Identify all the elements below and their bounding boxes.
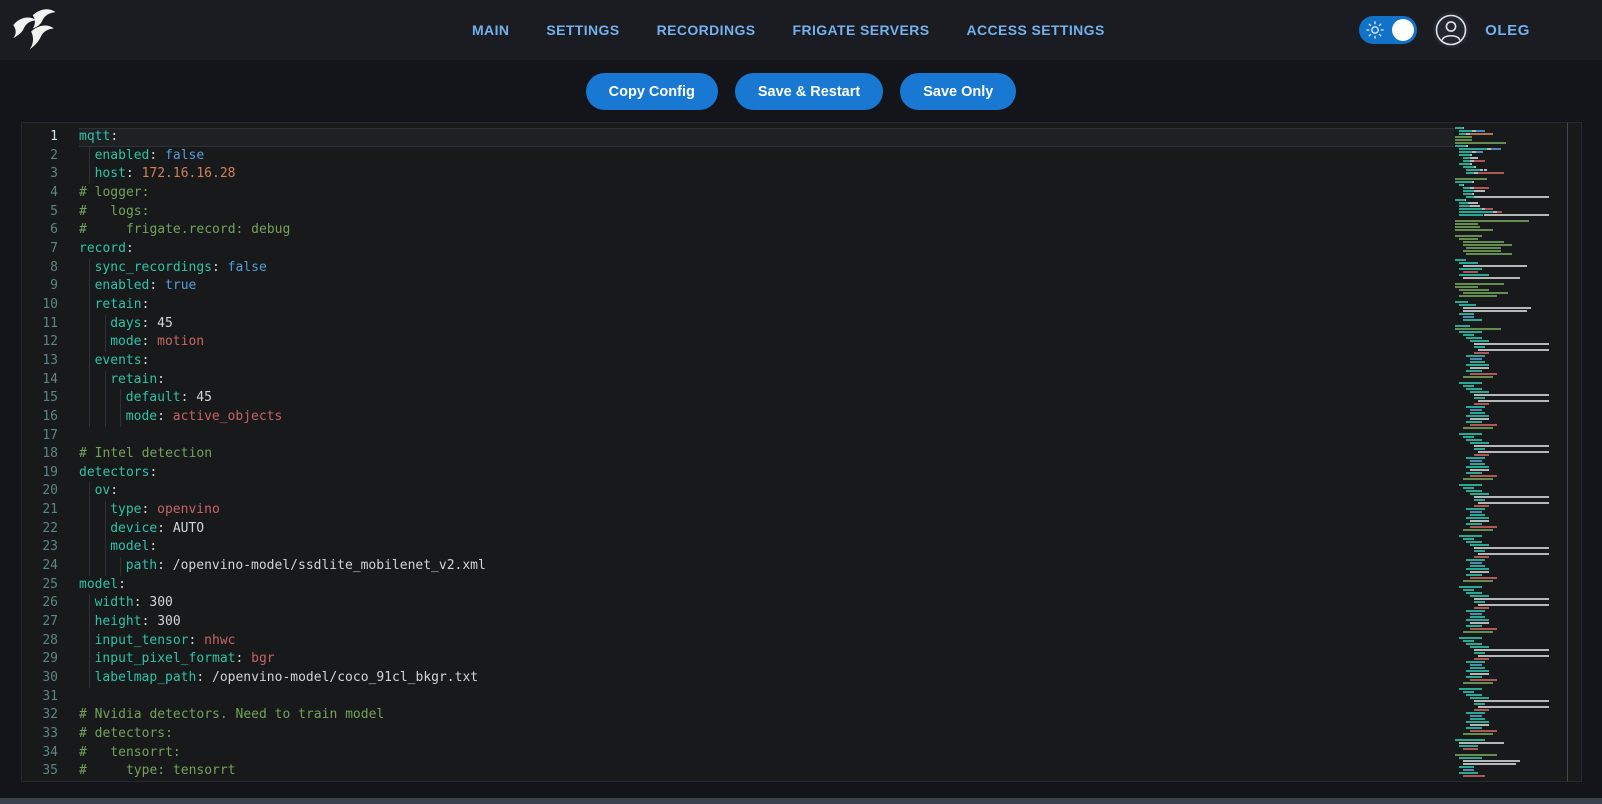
code-line[interactable]: 26width: 300 <box>22 594 1456 613</box>
code-line[interactable]: 19detectors: <box>22 464 1456 483</box>
code-line[interactable]: 15default: 45 <box>22 389 1456 408</box>
line-number: 28 <box>22 632 79 651</box>
line-number: 9 <box>22 277 79 296</box>
save-only-button[interactable]: Save Only <box>900 73 1016 110</box>
code-line[interactable]: 9enabled: true <box>22 277 1456 296</box>
code-line[interactable]: 12mode: motion <box>22 333 1456 352</box>
line-number: 17 <box>22 427 79 446</box>
horizontal-scrollbar[interactable] <box>0 798 1602 804</box>
code-line[interactable]: 11days: 45 <box>22 315 1456 334</box>
sun-icon <box>1366 21 1384 39</box>
line-number: 35 <box>22 762 79 781</box>
code-line[interactable]: 8sync_recordings: false <box>22 259 1456 278</box>
line-number: 12 <box>22 333 79 352</box>
line-number: 4 <box>22 184 79 203</box>
line-number: 5 <box>22 203 79 222</box>
code-line[interactable]: 18# Intel detection <box>22 445 1456 464</box>
line-number: 27 <box>22 613 79 632</box>
line-number: 23 <box>22 538 79 557</box>
line-number: 22 <box>22 520 79 539</box>
line-number: 8 <box>22 259 79 278</box>
code-line[interactable]: 34# tensorrt: <box>22 744 1456 763</box>
line-number: 30 <box>22 669 79 688</box>
line-number: 13 <box>22 352 79 371</box>
code-line[interactable]: 20ov: <box>22 482 1456 501</box>
line-number: 14 <box>22 371 79 390</box>
code-line[interactable]: 13events: <box>22 352 1456 371</box>
code-line[interactable]: 23model: <box>22 538 1456 557</box>
line-number: 32 <box>22 706 79 725</box>
line-number: 3 <box>22 165 79 184</box>
toggle-knob <box>1392 19 1414 41</box>
code-line[interactable]: 6# frigate.record: debug <box>22 221 1456 240</box>
code-line[interactable]: 33# detectors: <box>22 725 1456 744</box>
line-number: 29 <box>22 650 79 669</box>
line-number: 15 <box>22 389 79 408</box>
code-line[interactable]: 2enabled: false <box>22 147 1456 166</box>
line-number: 10 <box>22 296 79 315</box>
code-line[interactable]: 5# logs: <box>22 203 1456 222</box>
code-line[interactable]: 3host: 172.16.16.28 <box>22 165 1456 184</box>
frigate-logo-icon[interactable] <box>10 6 62 54</box>
code-line[interactable]: 24path: /openvino-model/ssdlite_mobilene… <box>22 557 1456 576</box>
copy-config-button[interactable]: Copy Config <box>586 73 718 110</box>
top-navbar: MAIN SETTINGS RECORDINGS FRIGATE SERVERS… <box>0 0 1602 60</box>
theme-toggle[interactable] <box>1359 16 1417 44</box>
line-number: 33 <box>22 725 79 744</box>
main-navigation: MAIN SETTINGS RECORDINGS FRIGATE SERVERS… <box>472 22 1105 38</box>
line-number: 24 <box>22 557 79 576</box>
code-line[interactable]: 30labelmap_path: /openvino-model/coco_91… <box>22 669 1456 688</box>
code-line[interactable]: 27height: 300 <box>22 613 1456 632</box>
code-line[interactable]: 14retain: <box>22 371 1456 390</box>
code-line[interactable]: 7record: <box>22 240 1456 259</box>
user-avatar[interactable] <box>1433 12 1469 48</box>
line-number: 11 <box>22 315 79 334</box>
line-number: 6 <box>22 221 79 240</box>
code-line[interactable]: 10retain: <box>22 296 1456 315</box>
code-line[interactable]: 1mqtt: <box>22 128 1456 147</box>
nav-item-recordings[interactable]: RECORDINGS <box>657 22 756 38</box>
code-line[interactable]: 16mode: active_objects <box>22 408 1456 427</box>
code-line[interactable]: 22device: AUTO <box>22 520 1456 539</box>
config-toolbar: Copy Config Save & Restart Save Only <box>0 73 1602 110</box>
line-number: 19 <box>22 464 79 483</box>
user-avatar-icon <box>1434 13 1468 47</box>
code-area[interactable]: 1mqtt:2enabled: false3host: 172.16.16.28… <box>22 128 1456 781</box>
nav-item-frigate-servers[interactable]: FRIGATE SERVERS <box>792 22 929 38</box>
line-number: 21 <box>22 501 79 520</box>
code-line[interactable]: 35# type: tensorrt <box>22 762 1456 781</box>
nav-item-main[interactable]: MAIN <box>472 22 509 38</box>
line-number: 25 <box>22 576 79 595</box>
line-number: 16 <box>22 408 79 427</box>
username-label[interactable]: OLEG <box>1485 22 1530 39</box>
code-line[interactable]: 25model: <box>22 576 1456 595</box>
code-line[interactable]: 28input_tensor: nhwc <box>22 632 1456 651</box>
line-number: 26 <box>22 594 79 613</box>
line-number: 2 <box>22 147 79 166</box>
line-number: 34 <box>22 744 79 763</box>
editor-minimap[interactable] <box>1454 123 1581 781</box>
code-line[interactable]: 32# Nvidia detectors. Need to train mode… <box>22 706 1456 725</box>
code-line[interactable]: 21type: openvino <box>22 501 1456 520</box>
code-line[interactable]: 31 <box>22 688 1456 707</box>
code-line[interactable]: 29input_pixel_format: bgr <box>22 650 1456 669</box>
line-number: 7 <box>22 240 79 259</box>
code-line[interactable]: 4# logger: <box>22 184 1456 203</box>
nav-item-access-settings[interactable]: ACCESS SETTINGS <box>966 22 1104 38</box>
line-number: 1 <box>22 128 79 147</box>
line-number: 18 <box>22 445 79 464</box>
config-code-editor[interactable]: 1mqtt:2enabled: false3host: 172.16.16.28… <box>21 122 1582 782</box>
line-number: 31 <box>22 688 79 707</box>
nav-item-settings[interactable]: SETTINGS <box>546 22 619 38</box>
line-number: 20 <box>22 482 79 501</box>
save-restart-button[interactable]: Save & Restart <box>735 73 883 110</box>
overview-ruler-border <box>1567 123 1568 781</box>
code-line[interactable]: 17 <box>22 427 1456 446</box>
